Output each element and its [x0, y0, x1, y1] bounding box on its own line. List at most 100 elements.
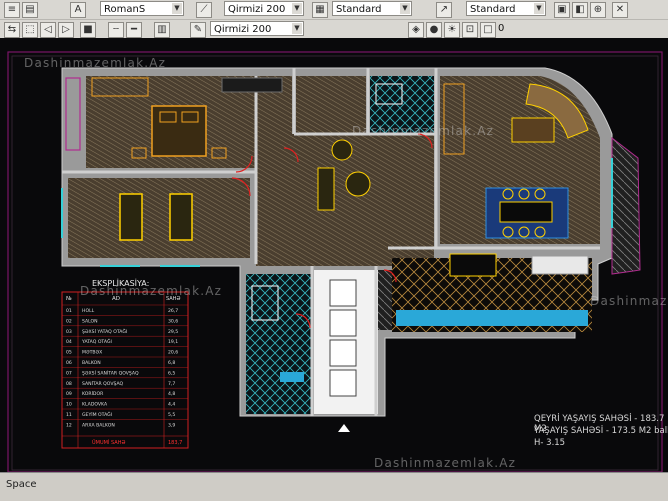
color-combo-2[interactable]: Qirmizi 200 ▼: [210, 21, 304, 36]
explication-row-name: SANİTAR QOVŞAQ: [82, 380, 124, 387]
explication-row-no: 08: [66, 381, 72, 387]
floor-plan-drawing: EKSPLİKASİYA: № AD SAHƏ 01 HOLL 26,702 SALO…: [7, 51, 663, 472]
close-icon[interactable]: ✕: [612, 2, 628, 18]
balcony: [611, 136, 641, 275]
font-combo[interactable]: RomanS ▼: [100, 1, 184, 16]
style-combo-1[interactable]: Standard ▼: [332, 1, 412, 16]
select-icon[interactable]: ⬚: [22, 22, 38, 38]
match-icon[interactable]: ◧: [572, 2, 588, 18]
explication-row-area: 30,6: [168, 318, 178, 324]
explication-row-name: YATAQ OTAĞI: [81, 338, 112, 345]
explication-row-name: BALKON: [82, 360, 101, 366]
explication-row-area: 4,4: [168, 402, 175, 408]
washbasin: [280, 372, 304, 382]
kitchen-table: [449, 253, 497, 277]
drawing-canvas[interactable]: EKSPLİKASİYA: № AD SAHƏ 01 HOLL 26,7 02 SALO…: [0, 38, 668, 472]
color-combo-1-value: Qirmizi 200: [228, 4, 286, 15]
explication-row-name: SALON: [82, 318, 98, 324]
watermark-bottom: Dashinmazemlak.Az: [374, 456, 517, 470]
explication-table: EKSPLİKASİYA: № AD SAHƏ 01 HOLL 26,702 SALO…: [61, 278, 189, 449]
explication-row-area: 3,9: [168, 422, 175, 428]
layer-icon[interactable]: ≡: [4, 2, 20, 18]
explication-row-name: GEYİM OTAĞI: [82, 411, 112, 418]
living-area-label: YAŞAYIŞ SAHƏSİ - 173.5 M2 balkon daxil: [534, 426, 668, 436]
explication-row-name: KLADOVKA: [82, 402, 108, 408]
properties-icon[interactable]: ▣: [554, 2, 570, 18]
lock-icon[interactable]: ⊡: [462, 22, 478, 38]
lineweight-icon[interactable]: ━: [126, 22, 142, 38]
explication-row-area: 5,5: [168, 412, 175, 418]
layer-stack-icon[interactable]: ◈: [408, 22, 424, 38]
dresser: [221, 77, 283, 93]
style-combo-2-value: Standard: [470, 4, 516, 15]
dining-table: [499, 201, 553, 223]
layer-prev-icon[interactable]: ◁: [40, 22, 56, 38]
explication-row-no: 03: [66, 329, 72, 335]
explication-row-no: 02: [66, 318, 72, 324]
explication-row-area: 6,8: [168, 360, 175, 366]
chevron-down-icon[interactable]: ▼: [292, 3, 302, 14]
explication-row-no: 05: [66, 350, 72, 356]
font-combo-value: RomanS: [104, 4, 146, 15]
bathroom: [246, 274, 312, 414]
chevron-down-icon[interactable]: ▼: [172, 3, 182, 14]
bedroom: [68, 178, 250, 258]
explication-row-no: 10: [66, 402, 72, 408]
pantry: [378, 270, 392, 330]
style-combo-2[interactable]: Standard ▼: [466, 1, 546, 16]
entrance-marker: [338, 424, 350, 432]
toolbar-row-2: ⇆ ⬚ ◁ ▷ ■ ┄ ━ ▥ ✎ Qirmizi 200 ▼ ◈ ● ☀ ⊡ …: [0, 19, 668, 39]
command-label: Space: [6, 479, 37, 490]
explication-row-no: 06: [66, 360, 72, 366]
match-properties-icon[interactable]: ⇆: [4, 22, 20, 38]
cad-toolbar: ≡ ▤ A RomanS ▼ ⟋ Qirmizi 200 ▼ ▦ Standar…: [0, 0, 668, 39]
bulb-icon[interactable]: ●: [426, 22, 442, 38]
color-combo-1[interactable]: Qirmizi 200 ▼: [224, 1, 304, 16]
kitchen-counter: [396, 310, 588, 326]
watermark-right: Dashinmazemlak.Az: [590, 294, 668, 308]
header-no: №: [66, 296, 72, 302]
coffee-table: [511, 117, 555, 143]
explication-row-no: 01: [66, 308, 72, 314]
explication-row-area: 20,6: [168, 350, 178, 356]
watermark-top: Dashinmazemlak.Az: [24, 56, 167, 70]
layer-color-icon[interactable]: □: [480, 22, 496, 38]
sun-icon[interactable]: ☀: [444, 22, 460, 38]
chevron-down-icon[interactable]: ▼: [534, 3, 544, 14]
layer-next-icon[interactable]: ▷: [58, 22, 74, 38]
layer-number: 0: [498, 23, 505, 34]
explication-row-name: MƏTBƏX: [82, 350, 102, 356]
watermark-mid: Dashinmazemlak.Az: [352, 124, 495, 138]
explication-row-area: 19,1: [168, 339, 178, 345]
explication-row-area: 7,7: [168, 381, 175, 387]
explication-row-no: 04: [66, 339, 72, 345]
explication-row-name: KORİDOR: [82, 390, 104, 397]
toolbar-row-1: ≡ ▤ A RomanS ▼ ⟋ Qirmizi 200 ▼ ▦ Standar…: [0, 0, 668, 19]
watermark-left: Dashinmazemlak.Az: [80, 284, 223, 298]
text-style-icon[interactable]: A: [70, 2, 86, 18]
explication-row-name: ARXA BALKON: [82, 422, 115, 428]
chevron-down-icon[interactable]: ▼: [292, 23, 302, 34]
explication-row-name: ŞƏXSİ YATAQ OTAĞI: [82, 328, 127, 335]
color-combo-2-value: Qirmizi 200: [214, 24, 272, 35]
layer-state-icon[interactable]: ▤: [22, 2, 38, 18]
explication-row-name: ŞƏXSİ SANİTAR QOVŞAQ: [82, 369, 139, 376]
explication-row-no: 07: [66, 370, 72, 376]
color-icon[interactable]: ■: [80, 22, 96, 38]
table-style-icon[interactable]: ▦: [312, 2, 328, 18]
command-bar[interactable]: Space: [0, 472, 668, 501]
explication-row-area: 29,5: [168, 329, 178, 335]
zoom-icon[interactable]: ⊕: [590, 2, 606, 18]
total-value: 183,7: [168, 440, 182, 446]
style-combo-1-value: Standard: [336, 4, 382, 15]
ceiling-height-label: H- 3.15: [534, 438, 566, 448]
explication-row-no: 11: [66, 412, 72, 418]
edit-text-icon[interactable]: ✎: [190, 22, 206, 38]
total-label: ÜMUMİ SAHƏ: [92, 439, 125, 446]
dimension-style-icon[interactable]: ⟋: [196, 2, 212, 18]
multileader-icon[interactable]: ↗: [436, 2, 452, 18]
chevron-down-icon[interactable]: ▼: [400, 3, 410, 14]
plot-style-icon[interactable]: ▥: [154, 22, 170, 38]
kitchen-sofa: [531, 255, 589, 275]
linetype-icon[interactable]: ┄: [108, 22, 124, 38]
